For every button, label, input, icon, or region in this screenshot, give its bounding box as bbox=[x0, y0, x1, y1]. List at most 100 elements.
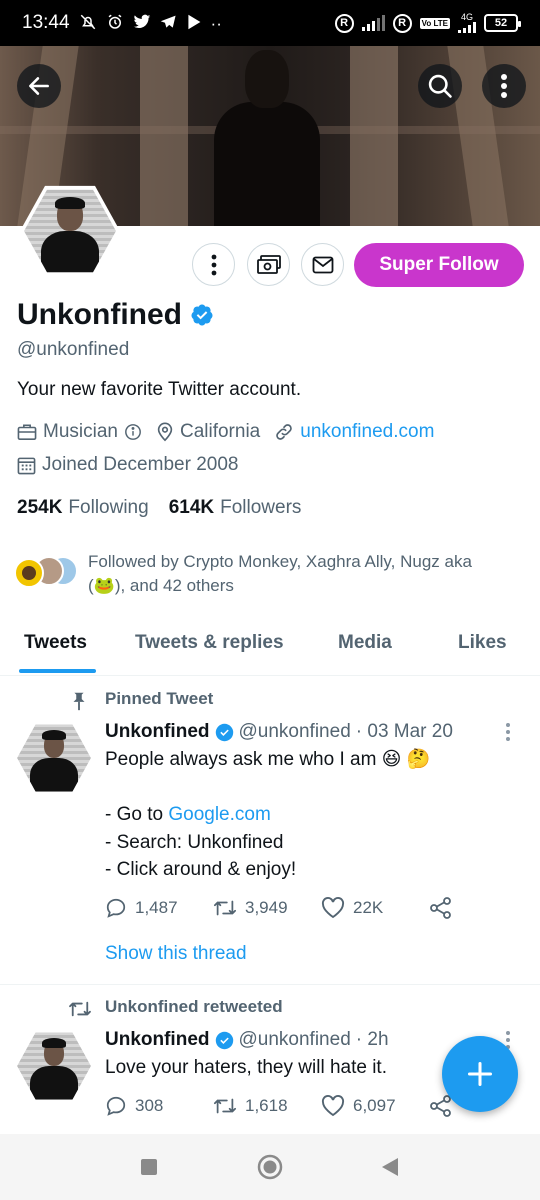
recent-apps-button[interactable] bbox=[140, 1158, 158, 1181]
followed-by-row[interactable]: Followed by Crypto Monkey, Xaghra Ally, … bbox=[14, 550, 508, 598]
system-navigation-bar bbox=[0, 1134, 540, 1200]
banner-beam bbox=[140, 46, 188, 226]
more-options-button[interactable] bbox=[482, 64, 526, 108]
avatar-cap bbox=[55, 196, 85, 209]
followers-link[interactable]: 614K Followers bbox=[169, 497, 302, 519]
info-icon[interactable] bbox=[124, 423, 142, 441]
show-thread-link[interactable]: Show this thread bbox=[105, 943, 247, 965]
tweet-author-avatar[interactable] bbox=[17, 723, 91, 793]
telegram-icon bbox=[160, 14, 177, 33]
tab-media[interactable]: Media bbox=[338, 632, 392, 654]
tweet-link[interactable]: Google.com bbox=[168, 804, 270, 825]
tweet-more-icon[interactable] bbox=[505, 722, 511, 742]
profile-website[interactable]: unkonfined.com bbox=[274, 421, 434, 443]
reply-icon bbox=[106, 1096, 126, 1116]
verified-badge-icon bbox=[215, 1031, 233, 1049]
reply-count: 1,487 bbox=[135, 898, 178, 917]
retweet-count: 1,618 bbox=[245, 1096, 288, 1115]
retweet-icon bbox=[213, 900, 237, 916]
heart-icon bbox=[321, 1095, 345, 1117]
avatar-body bbox=[30, 758, 78, 792]
followers-label: Followers bbox=[220, 497, 302, 518]
status-bar: 13:44 ·· R R Vo LTE 4G 52 bbox=[0, 0, 540, 46]
followed-by-text: Followed by Crypto Monkey, Xaghra Ally, … bbox=[88, 552, 472, 595]
link-icon bbox=[276, 424, 293, 440]
like-button[interactable]: 6,097 bbox=[321, 1095, 429, 1117]
avatar-body bbox=[40, 231, 100, 273]
profile-meta-row: Musician California unkonfined.com bbox=[17, 421, 442, 443]
profile-avatar[interactable] bbox=[20, 184, 120, 278]
tweet-header: Unkonfined @unkonfined · 03 Mar 20 bbox=[105, 721, 453, 743]
tip-button[interactable] bbox=[247, 243, 290, 286]
following-link[interactable]: 254K Following bbox=[17, 497, 149, 519]
retweet-button[interactable]: 3,949 bbox=[213, 897, 321, 919]
like-count: 6,097 bbox=[353, 1096, 396, 1115]
tweet-author-handle[interactable]: @unkonfined bbox=[239, 1029, 351, 1051]
back-button[interactable] bbox=[17, 64, 61, 108]
tab-tweets[interactable]: Tweets bbox=[24, 632, 87, 654]
avatar-image bbox=[24, 189, 116, 273]
avatar-frame bbox=[20, 185, 120, 277]
plus-icon bbox=[467, 1061, 493, 1087]
pin-icon bbox=[73, 692, 85, 711]
tweet-author-name[interactable]: Unkonfined bbox=[105, 1029, 210, 1051]
twitter-bird-icon bbox=[133, 14, 151, 33]
tab-likes[interactable]: Likes bbox=[458, 632, 507, 654]
tweet-text-line: People always ask me who I am 😆 🤔 bbox=[105, 749, 431, 770]
super-follow-button[interactable]: Super Follow bbox=[354, 243, 524, 287]
arrow-left-icon bbox=[29, 77, 49, 95]
home-button[interactable] bbox=[257, 1154, 283, 1185]
website-link[interactable]: unkonfined.com bbox=[300, 421, 434, 443]
clock: 13:44 bbox=[22, 12, 70, 33]
briefcase-icon bbox=[17, 424, 37, 441]
more-notifications-icon: ·· bbox=[210, 13, 222, 33]
like-button[interactable]: 22K bbox=[321, 897, 429, 919]
avatar-image bbox=[17, 1032, 91, 1100]
location-label: California bbox=[179, 421, 261, 442]
display-name: Unkonfined bbox=[17, 298, 182, 331]
banner-figure-head bbox=[245, 50, 289, 108]
share-button[interactable] bbox=[429, 897, 537, 919]
profile-bio: Your new favorite Twitter account. bbox=[17, 379, 302, 400]
reply-button[interactable]: 1,487 bbox=[105, 897, 213, 919]
tweet-header: Unkonfined @unkonfined · 2h bbox=[105, 1029, 389, 1051]
tweet-timestamp[interactable]: · 2h bbox=[356, 1029, 389, 1051]
tweet-text-rest: - Search: Unkonfined - Click around & en… bbox=[105, 831, 297, 881]
tweet-author-handle[interactable]: @unkonfined bbox=[239, 721, 351, 743]
category-label: Musician bbox=[43, 421, 118, 442]
search-button[interactable] bbox=[418, 64, 462, 108]
compose-tweet-button[interactable] bbox=[442, 1036, 518, 1112]
verified-badge-icon bbox=[215, 723, 233, 741]
registered-icon: R bbox=[334, 13, 354, 33]
heart-icon bbox=[321, 897, 345, 919]
tweet-card[interactable]: Pinned Tweet Unkonfined @unkonfined · 03… bbox=[0, 676, 540, 984]
muted-notification-icon bbox=[79, 13, 97, 34]
back-nav-button[interactable] bbox=[381, 1157, 399, 1182]
profile-joined-row: Joined December 2008 bbox=[17, 454, 246, 476]
profile-handle: @unkonfined bbox=[17, 339, 130, 360]
tweet-author-avatar[interactable] bbox=[17, 1031, 91, 1101]
share-icon bbox=[430, 1095, 451, 1117]
avatar-cap bbox=[42, 730, 66, 740]
reply-button[interactable]: 308 bbox=[105, 1095, 213, 1117]
tab-tweets-replies[interactable]: Tweets & replies bbox=[135, 632, 284, 654]
active-tab-indicator bbox=[19, 669, 96, 673]
reply-icon bbox=[106, 898, 126, 918]
profile-location: California bbox=[156, 421, 260, 443]
retweet-icon bbox=[69, 1001, 91, 1017]
volte-icon: Vo LTE bbox=[419, 17, 450, 29]
avatar-image bbox=[17, 724, 91, 792]
more-vertical-icon bbox=[211, 254, 216, 275]
verified-badge-icon bbox=[191, 304, 213, 326]
tweet-author-name[interactable]: Unkonfined bbox=[105, 721, 210, 743]
retweet-button[interactable]: 1,618 bbox=[213, 1095, 321, 1117]
profile-category[interactable]: Musician bbox=[17, 421, 142, 443]
profile-more-button[interactable] bbox=[192, 243, 235, 286]
home-circle-icon bbox=[257, 1154, 283, 1180]
share-icon bbox=[430, 897, 451, 919]
tweet-timestamp[interactable]: · 03 Mar 20 bbox=[356, 721, 453, 743]
alarm-icon bbox=[106, 13, 124, 34]
banner-figure bbox=[214, 102, 320, 226]
profile-counts: 254K Following 614K Followers bbox=[17, 497, 301, 519]
message-button[interactable] bbox=[301, 243, 344, 286]
